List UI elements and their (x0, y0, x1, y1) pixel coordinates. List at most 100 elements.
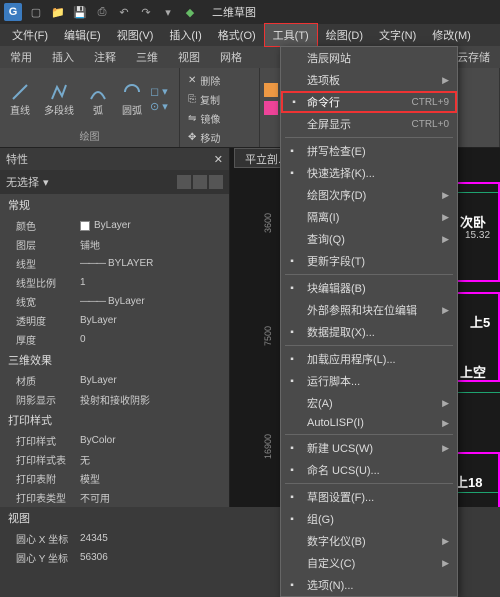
tools-menu-item[interactable]: ▪块编辑器(B) (281, 277, 457, 299)
ribbon-tab-insert[interactable]: 插入 (42, 46, 84, 68)
ribbon-tab-mesh[interactable]: 网格 (210, 46, 252, 68)
tools-menu-item[interactable]: ▪快速选择(K)... (281, 162, 457, 184)
polyline-button[interactable]: 多段线 (38, 72, 80, 126)
tools-menu-item[interactable]: 浩辰网站 (281, 47, 457, 69)
chevron-down-icon: ▾ (43, 176, 49, 189)
selection-dropdown[interactable]: 无选择 ▾ (0, 170, 229, 194)
menu-separator (285, 137, 453, 138)
props-row[interactable]: 线型比例1 (0, 273, 229, 292)
mirror-button[interactable]: ⇋镜像 (184, 110, 224, 127)
menu-modify[interactable]: 修改(M) (424, 24, 479, 46)
circle-button[interactable]: 圆弧 (116, 72, 148, 126)
open-icon[interactable]: 📁 (50, 4, 66, 20)
menu-insert[interactable]: 插入(I) (161, 24, 209, 46)
opt-icon: ▪ (285, 578, 299, 592)
tools-menu-item[interactable]: ▪新建 UCS(W)▶ (281, 437, 457, 459)
props-row[interactable]: 圆心 X 坐标24345 (0, 529, 229, 548)
tools-menu-item[interactable]: 绘图次序(D)▶ (281, 184, 457, 206)
menu-separator (285, 483, 453, 484)
layer-icon-1[interactable] (264, 83, 278, 97)
props-row[interactable]: 打印样式表无 (0, 450, 229, 469)
props-value: ———BYLAYER (80, 256, 229, 271)
props-row[interactable]: 线型———BYLAYER (0, 254, 229, 273)
tools-menu-item[interactable]: ▪更新字段(T) (281, 250, 457, 272)
pickadd-icon[interactable] (193, 175, 207, 189)
properties-title: 特性 (6, 151, 28, 167)
room-label-up18: 上18 (455, 472, 482, 491)
props-section-header[interactable]: 常规 (0, 194, 229, 216)
workspace-icon[interactable]: ◆ (182, 4, 198, 20)
tools-menu-item[interactable]: 外部参照和块在位编辑▶ (281, 299, 457, 321)
props-section-header[interactable]: 打印样式 (0, 409, 229, 431)
props-section-header[interactable]: 视图 (0, 507, 229, 529)
props-row[interactable]: 线宽———ByLayer (0, 292, 229, 311)
props-row[interactable]: 打印表附模型 (0, 469, 229, 488)
menu-item-label: 草图设置(F)... (307, 489, 374, 505)
props-row[interactable]: 阴影显示投射和接收阴影 (0, 390, 229, 409)
menu-item-label: 全屏显示 (307, 116, 351, 132)
layer-icon-4[interactable] (264, 101, 278, 115)
ribbon-tab-3d[interactable]: 三维 (126, 46, 168, 68)
circle-icon (122, 82, 142, 102)
submenu-arrow-icon: ▶ (442, 443, 449, 454)
tools-menu-item[interactable]: ▪命名 UCS(U)... (281, 459, 457, 481)
tools-menu-item[interactable]: ▪草图设置(F)... (281, 486, 457, 508)
ribbon-tab-view[interactable]: 视图 (168, 46, 210, 68)
tools-menu-item[interactable]: 选项板▶ (281, 69, 457, 91)
redo-icon[interactable]: ↷ (138, 4, 154, 20)
ribbon-group-draw: 直线 多段线 弧 圆弧 ◻ ▾ ⊙ ▾ 绘图 (0, 68, 180, 147)
menu-text[interactable]: 文字(N) (371, 24, 424, 46)
tools-menu-item[interactable]: ▪拼写检查(E) (281, 140, 457, 162)
ucs-icon: ▪ (285, 441, 299, 455)
props-row[interactable]: 颜色ByLayer (0, 216, 229, 235)
menu-item-label: AutoLISP(I) (307, 417, 364, 429)
undo-icon[interactable]: ↶ (116, 4, 132, 20)
new-icon[interactable]: ▢ (28, 4, 44, 20)
menu-tools[interactable]: 工具(T) (264, 23, 318, 47)
draw-group-label: 绘图 (4, 126, 175, 143)
tools-menu-item[interactable]: 自定义(C)▶ (281, 552, 457, 574)
delete-button[interactable]: ✕删除 (184, 72, 224, 89)
tools-menu-item[interactable]: 全屏显示 CTRL+0 (281, 113, 457, 135)
close-icon[interactable]: ✕ (214, 153, 223, 166)
submenu-arrow-icon: ▶ (442, 536, 449, 547)
select-icon[interactable] (209, 175, 223, 189)
menu-edit[interactable]: 编辑(E) (56, 24, 109, 46)
print-icon[interactable]: ⎙ (94, 4, 110, 20)
tools-menu-item[interactable]: 数字化仪(B)▶ (281, 530, 457, 552)
copy-button[interactable]: ⎘复制 (184, 91, 224, 108)
submenu-arrow-icon: ▶ (442, 190, 449, 201)
tools-menu-item[interactable]: 查询(Q)▶ (281, 228, 457, 250)
menu-shortcut: CTRL+0 (411, 119, 449, 130)
save-icon[interactable]: 💾 (72, 4, 88, 20)
props-row[interactable]: 图层铺地 (0, 235, 229, 254)
tools-menu-item[interactable]: 隔离(I)▶ (281, 206, 457, 228)
qat-more-icon[interactable]: ▾ (160, 4, 176, 20)
menu-view[interactable]: 视图(V) (109, 24, 162, 46)
move-button[interactable]: ✥移动 (184, 129, 224, 146)
tools-menu-item[interactable]: ▪加载应用程序(L)... (281, 348, 457, 370)
menu-format[interactable]: 格式(O) (210, 24, 264, 46)
ribbon-tab-home[interactable]: 常用 (0, 46, 42, 68)
line-button[interactable]: 直线 (4, 72, 36, 126)
tools-menu-item[interactable]: AutoLISP(I)▶ (281, 414, 457, 432)
ribbon-tab-annotate[interactable]: 注释 (84, 46, 126, 68)
arc-button[interactable]: 弧 (82, 72, 114, 126)
tools-menu-item[interactable]: 宏(A)▶ (281, 392, 457, 414)
props-row[interactable]: 材质ByLayer (0, 371, 229, 390)
props-row[interactable]: 圆心 Y 坐标56306 (0, 548, 229, 567)
props-label: 圆心 X 坐标 (0, 531, 80, 546)
tools-menu-item[interactable]: ▪运行脚本... (281, 370, 457, 392)
tools-menu-item[interactable]: ▪数据提取(X)... (281, 321, 457, 343)
props-row[interactable]: 打印样式ByColor (0, 431, 229, 450)
quickselect-icon[interactable] (177, 175, 191, 189)
props-row[interactable]: 打印表类型不可用 (0, 488, 229, 507)
props-row[interactable]: 厚度0 (0, 330, 229, 349)
tools-menu-item[interactable]: ▪命令行CTRL+9 (281, 91, 457, 113)
props-section-header[interactable]: 三维效果 (0, 349, 229, 371)
menu-file[interactable]: 文件(F) (4, 24, 56, 46)
tools-menu-item[interactable]: ▪选项(N)... (281, 574, 457, 596)
tools-menu-item[interactable]: ▪组(G) (281, 508, 457, 530)
menu-draw[interactable]: 绘图(D) (318, 24, 371, 46)
props-row[interactable]: 透明度ByLayer (0, 311, 229, 330)
